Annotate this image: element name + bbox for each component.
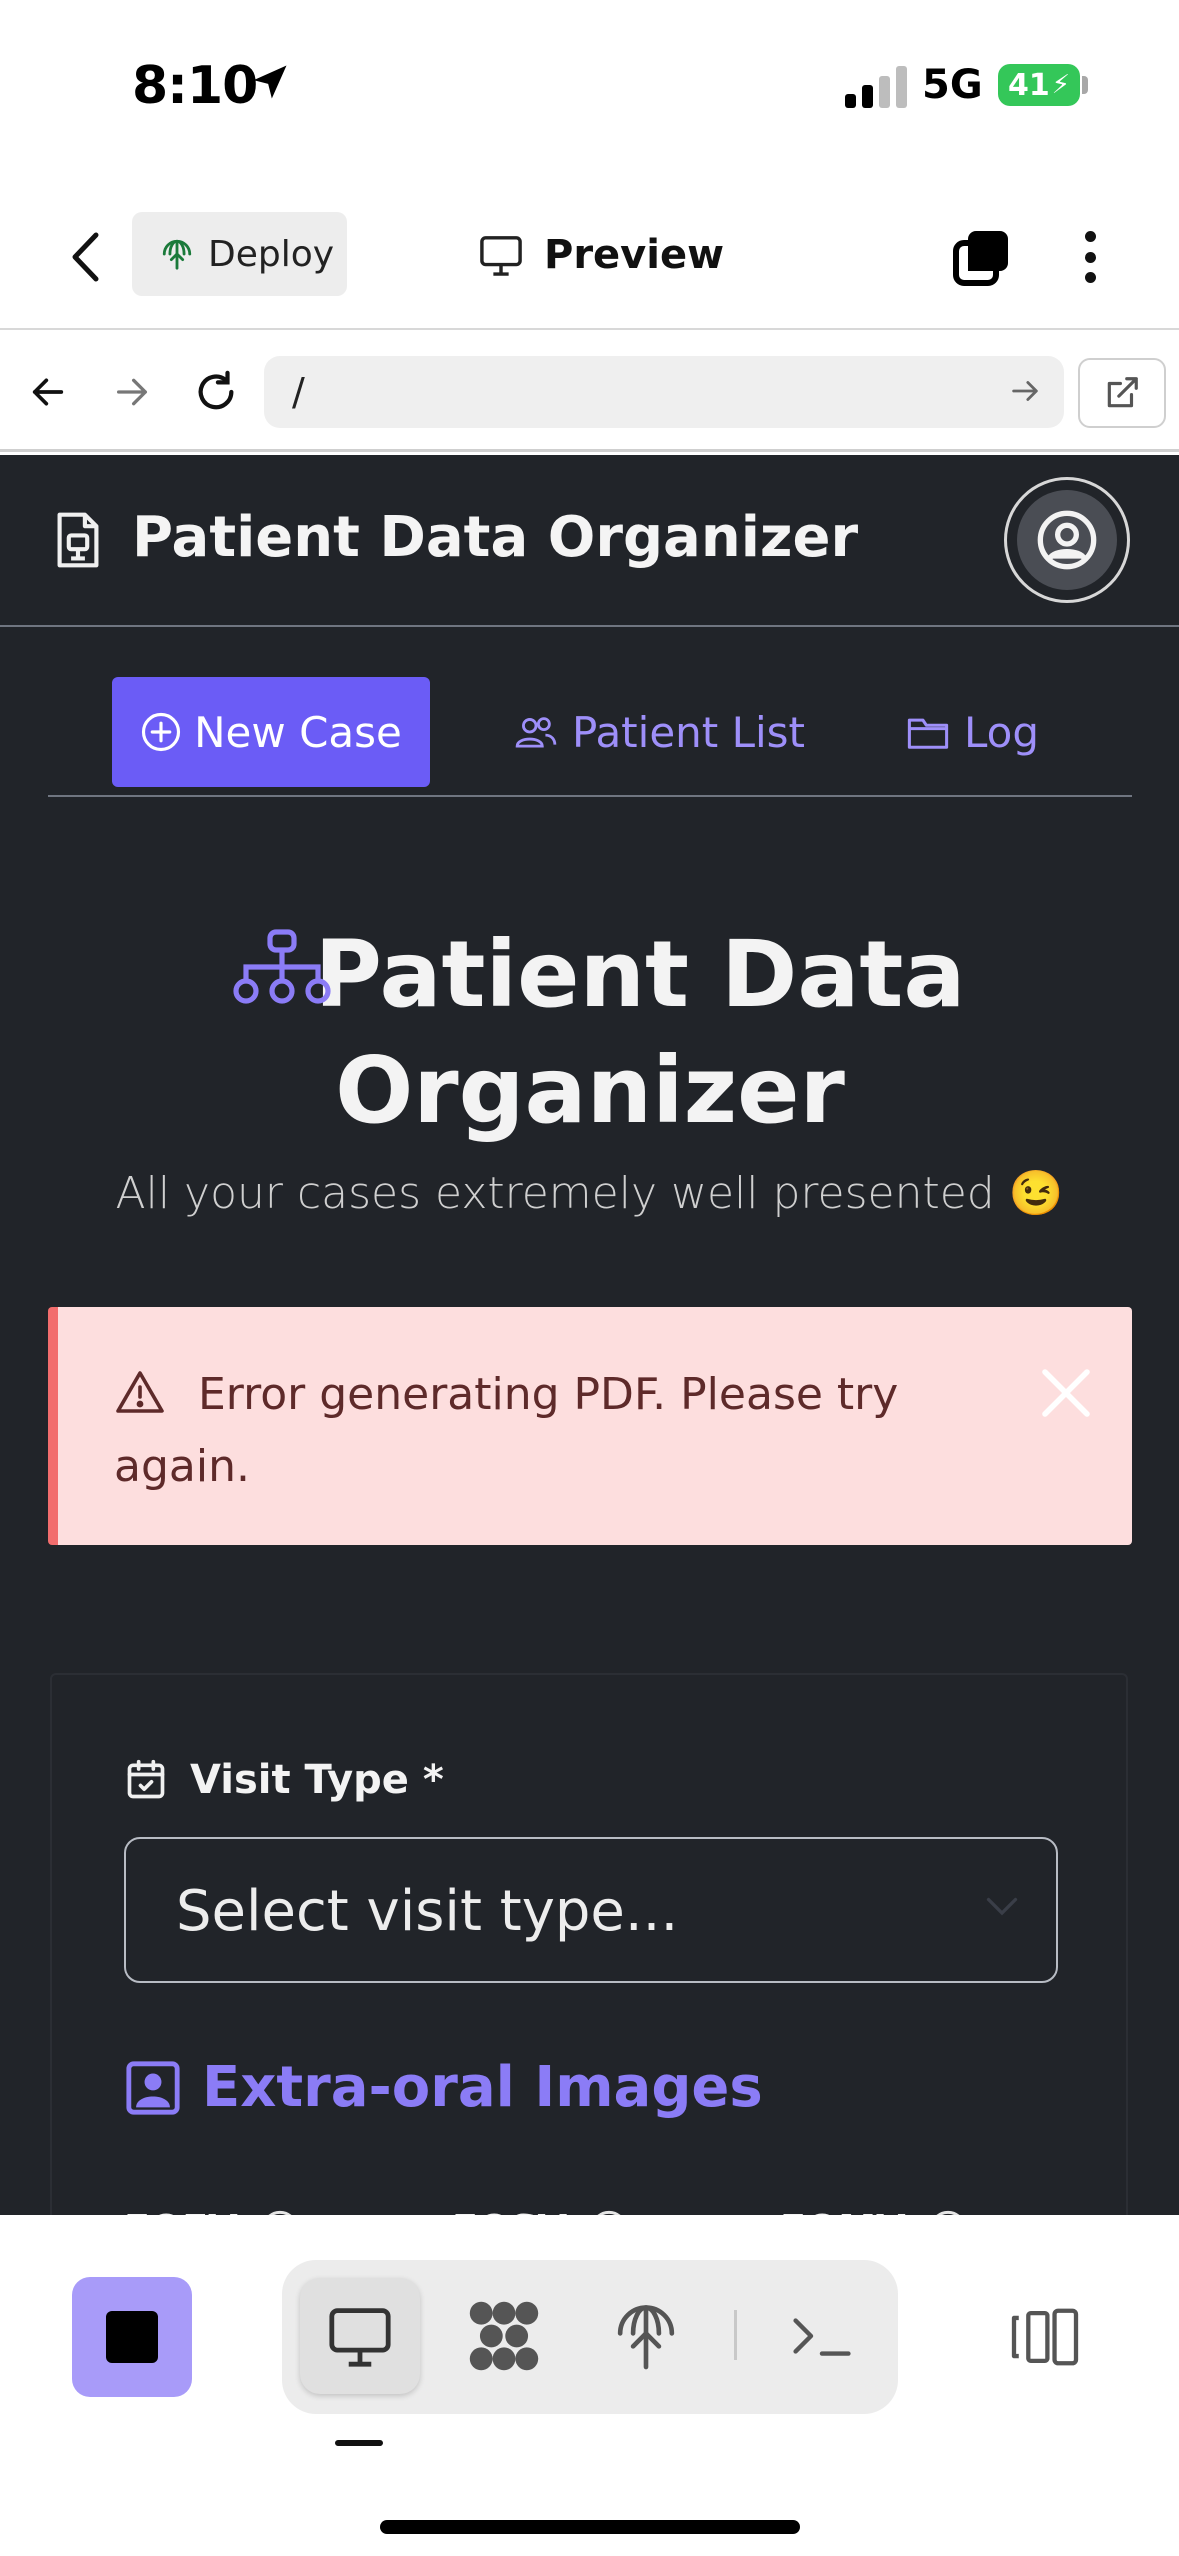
error-alert: Error generating PDF. Please try again. [48, 1307, 1132, 1545]
open-external-button[interactable] [1078, 358, 1166, 428]
more-dot [1084, 231, 1096, 242]
back-chevron-icon [72, 232, 99, 282]
log-link[interactable]: Log [906, 677, 1039, 787]
app-top-bar: Deploy Preview [0, 175, 1179, 330]
chevron-down-icon [986, 1897, 1018, 1916]
battery-level: 41 [1007, 67, 1050, 103]
visit-type-select[interactable]: Select visit type... [124, 1837, 1058, 1983]
tabs-icon[interactable] [952, 227, 1012, 287]
visit-type-value: Select visit type... [176, 1879, 679, 1944]
portrait-icon [126, 2060, 180, 2115]
calendar-check-icon [127, 1759, 165, 1799]
status-bar: 8:10 5G 41 ⚡ [0, 0, 1179, 175]
url-text: / [292, 370, 305, 414]
preview-tab[interactable]: Preview [478, 225, 724, 285]
view-switcher [282, 2260, 898, 2414]
arrow-right-icon [117, 378, 147, 406]
reload-button[interactable] [188, 364, 244, 420]
users-icon [515, 717, 557, 748]
dots-grid-icon [469, 2301, 539, 2371]
image-slot-name: EOFV [124, 2207, 238, 2215]
split-layout-icon [1011, 2308, 1079, 2366]
external-link-icon [1107, 377, 1138, 408]
app-title: Patient Data Organizer [132, 505, 859, 570]
image-slot-name: EOMV [780, 2207, 906, 2215]
extra-oral-heading: Extra-oral Images [124, 2055, 763, 2120]
more-dot [1084, 251, 1096, 263]
close-icon[interactable] [1038, 1365, 1094, 1421]
patient-list-link[interactable]: Patient List [514, 677, 805, 787]
new-case-label: New Case [194, 707, 402, 757]
image-slot-label: EOMV [780, 2207, 968, 2215]
reload-icon [198, 370, 234, 410]
url-bar: / [0, 332, 1179, 452]
signal-icon [845, 66, 907, 108]
folder-icon [907, 718, 949, 749]
back-button[interactable] [62, 227, 108, 287]
page-subtitle: All your cases extremely well presented … [115, 1168, 1064, 1219]
divider [734, 2310, 737, 2360]
preview-view-button[interactable] [300, 2278, 420, 2394]
home-indicator [380, 2520, 800, 2534]
more-dot [1084, 272, 1096, 283]
log-label: Log [964, 707, 1040, 757]
image-slot-name: EOSV [452, 2207, 567, 2215]
patient-list-label: Patient List [572, 707, 806, 757]
alert-message: Error generating PDF. Please try again. [114, 1369, 899, 1492]
battery-indicator: 41 ⚡ [998, 64, 1080, 106]
case-form-card: Visit Type * Select visit type... Extra-… [50, 1673, 1128, 2215]
stop-icon [106, 2311, 158, 2363]
monitor-icon [480, 236, 522, 276]
terminal-icon [793, 2318, 851, 2356]
page-title-line1: Patient Data [314, 921, 966, 1028]
deploy-icon [162, 239, 192, 270]
browser-forward-button[interactable] [104, 364, 160, 420]
deploy-icon [617, 2305, 675, 2370]
deploy-label: Deploy [208, 233, 335, 275]
user-avatar-icon [1037, 510, 1097, 570]
network-type: 5G [922, 62, 983, 108]
charging-bolt-icon: ⚡ [1051, 70, 1070, 100]
preview-label: Preview [544, 232, 725, 278]
extra-oral-title: Extra-oral Images [202, 2055, 763, 2120]
page-title-line2: Organizer [335, 1037, 845, 1144]
plus-circle-icon [142, 712, 181, 752]
image-slot-label: EOSV [452, 2207, 629, 2215]
deploy-button[interactable]: Deploy [132, 212, 347, 296]
profile-button[interactable] [1004, 477, 1130, 603]
url-input[interactable]: / [264, 356, 1064, 428]
sitemap-icon [233, 929, 331, 1004]
new-case-button[interactable]: New Case [112, 677, 430, 787]
shell-view-button[interactable] [772, 2286, 872, 2386]
browser-back-button[interactable] [20, 364, 76, 420]
arrow-left-icon [32, 378, 64, 406]
file-logo-icon [57, 512, 99, 568]
location-arrow-icon [253, 65, 287, 99]
deploy-view-button[interactable] [596, 2286, 696, 2386]
bottom-toolbar [0, 2215, 1179, 2556]
app-content: Patient Data Organizer New Case Patient … [0, 455, 1179, 2215]
app-header: Patient Data Organizer [0, 455, 1179, 627]
monitor-icon [329, 2308, 391, 2367]
status-time: 8:10 [132, 56, 258, 116]
more-options-button[interactable] [1070, 225, 1110, 289]
avatar [1017, 490, 1117, 590]
active-view-indicator [335, 2440, 383, 2446]
battery-nub [1082, 76, 1088, 94]
visit-type-label-row: Visit Type * [124, 1757, 444, 1803]
visit-type-label: Visit Type * [190, 1757, 444, 1803]
layout-toggle-button[interactable] [1000, 2297, 1090, 2377]
workflows-view-button[interactable] [454, 2286, 554, 2386]
stop-button[interactable] [72, 2277, 192, 2397]
go-arrow-icon[interactable] [1008, 374, 1042, 408]
main-nav: New Case Patient List Log [48, 627, 1132, 797]
image-slot-label: EOFV [124, 2207, 300, 2215]
page-title: Patient Data Organizer [40, 917, 1140, 1149]
